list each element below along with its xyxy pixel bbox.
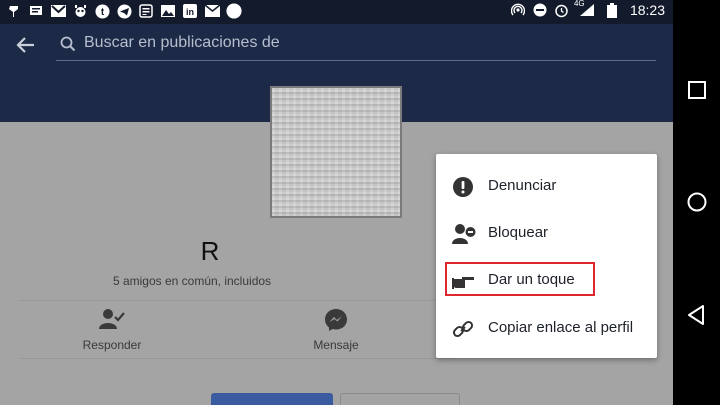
alarm-icon — [554, 2, 570, 18]
menu-item-copy-link[interactable]: Copiar enlace al perfil — [436, 308, 657, 348]
divider — [20, 358, 456, 359]
respond-button[interactable]: Responder — [52, 308, 172, 352]
message-label: Mensaje — [313, 338, 359, 352]
profile-picture[interactable] — [270, 86, 402, 218]
menu-item-label: Denunciar — [488, 177, 557, 194]
bug-icon — [72, 3, 88, 19]
tumblr-icon: t — [94, 3, 110, 19]
home-icon[interactable] — [685, 190, 709, 214]
app-screen: t in 4G 18:23 Buscar en publicaciones de… — [0, 0, 673, 405]
block-user-icon — [452, 223, 476, 245]
clock: 18:23 — [629, 2, 665, 18]
search-icon — [60, 36, 76, 52]
back-arrow-icon[interactable] — [14, 34, 40, 56]
respond-label: Responder — [82, 338, 142, 352]
highlight-box — [445, 262, 595, 296]
hotspot-icon — [510, 2, 526, 18]
gmail-icon — [50, 3, 66, 19]
news-icon — [138, 3, 154, 19]
notification-icons: t in — [6, 3, 242, 19]
circle-icon — [226, 3, 242, 19]
primary-button[interactable] — [211, 393, 333, 405]
svg-text:in: in — [186, 7, 194, 17]
image-icon — [160, 3, 176, 19]
status-bar: t in 4G 18:23 — [0, 0, 673, 24]
search-placeholder: Buscar en publicaciones de — [84, 34, 280, 51]
secondary-button[interactable] — [340, 393, 460, 405]
profile-name: R — [200, 236, 220, 266]
navigation-bar — [673, 0, 720, 405]
linkedin-icon: in — [182, 3, 198, 19]
recents-icon[interactable] — [685, 78, 709, 102]
divider — [20, 300, 456, 301]
menu-item-label: Copiar enlace al perfil — [488, 319, 634, 336]
add-friend-icon — [99, 308, 125, 332]
report-icon — [452, 176, 476, 198]
system-icons: 4G 18:23 — [510, 0, 665, 18]
message-button[interactable]: Mensaje — [276, 308, 396, 352]
dnd-icon — [532, 2, 548, 18]
mutual-friends-text: 5 amigos en común, incluidos — [112, 274, 272, 288]
telegram-icon — [116, 3, 132, 19]
pin-icon — [6, 3, 22, 19]
battery-icon — [604, 2, 620, 18]
network-type-label: 4G — [573, 0, 585, 8]
menu-item-label: Bloquear — [488, 224, 549, 241]
signal-icon: 4G — [573, 0, 598, 18]
message-icon — [28, 3, 44, 19]
menu-item-report[interactable]: Denunciar — [436, 166, 657, 206]
menu-item-block[interactable]: Bloquear — [436, 213, 657, 253]
back-icon[interactable] — [685, 303, 709, 327]
options-menu: Denunciar Bloquear Dar un toque Copiar e… — [436, 154, 657, 358]
mail-icon — [204, 3, 220, 19]
messenger-icon — [323, 308, 349, 332]
link-icon — [452, 318, 476, 340]
search-input[interactable]: Buscar en publicaciones de — [56, 30, 656, 61]
